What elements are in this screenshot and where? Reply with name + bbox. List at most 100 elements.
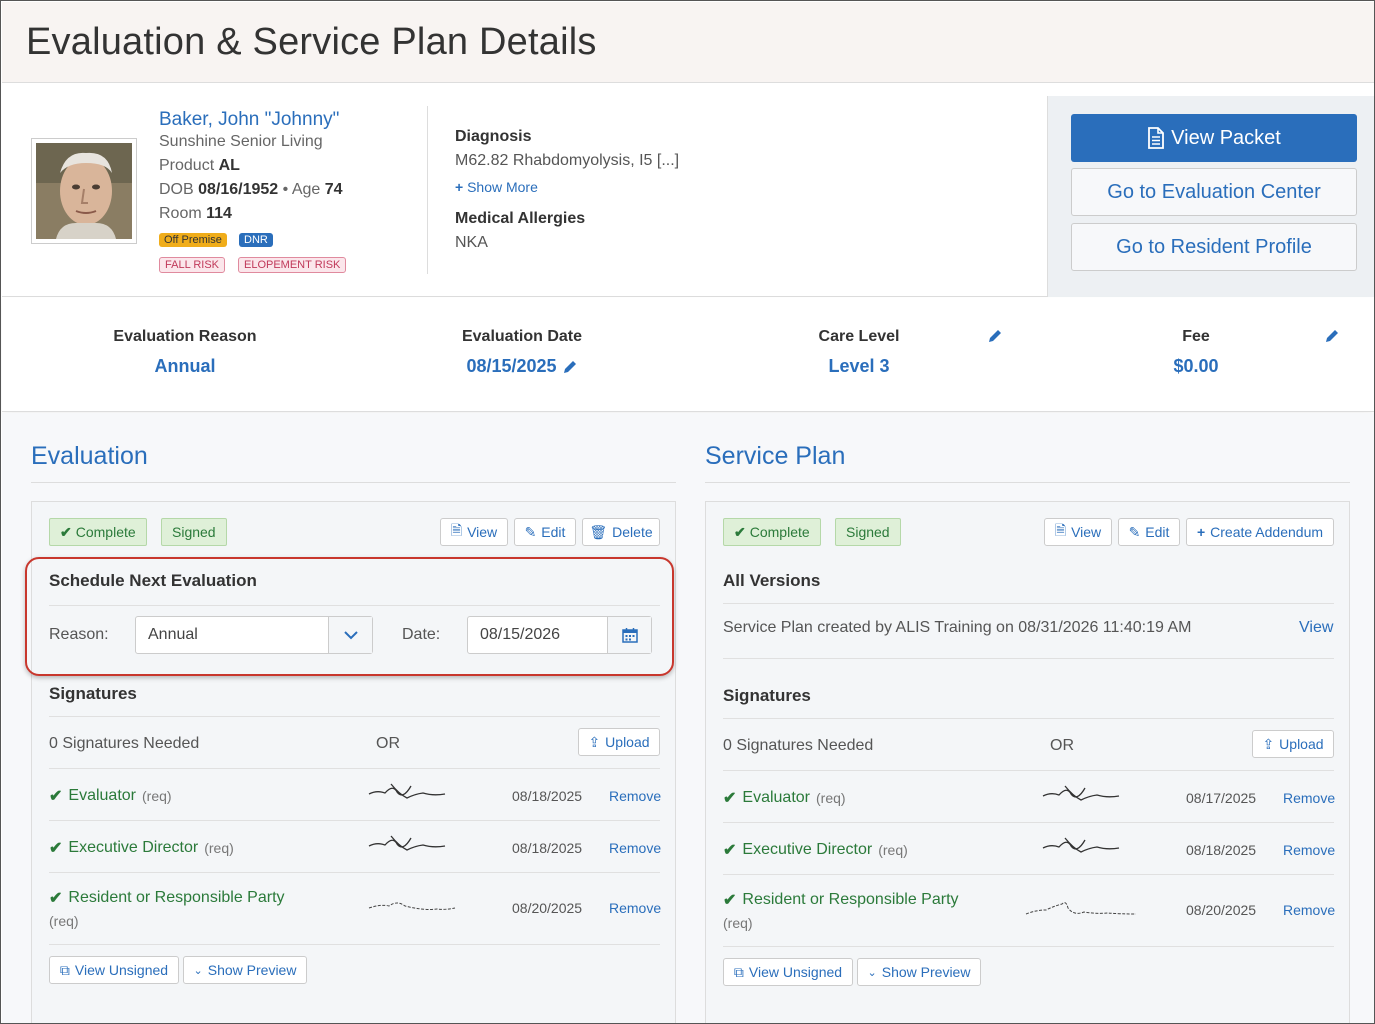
- remove-link[interactable]: Remove: [1283, 790, 1335, 806]
- signer-role: Resident or Responsible Party: [742, 891, 959, 908]
- reason-select[interactable]: Annual: [135, 616, 373, 654]
- signed-tag: Signed: [835, 518, 901, 546]
- resident-profile-button[interactable]: Go to Resident Profile: [1071, 223, 1357, 271]
- evaluation-upload-button[interactable]: ⇪ Upload: [578, 728, 660, 756]
- eval-date-value: 08/15/2025: [466, 356, 557, 376]
- service-plan-panel: ✔ Complete Signed 🗎 View ✎ Edit + Create…: [705, 501, 1350, 1023]
- next-evaluation-date-input[interactable]: 08/15/2026: [467, 616, 652, 654]
- evaluation-title-rule: [31, 482, 676, 483]
- app-window: Evaluation & Service Plan Details Baker,…: [0, 0, 1375, 1024]
- check-icon: ✔: [723, 892, 737, 909]
- signer-resident: ✔ Resident or Responsible Party: [49, 888, 285, 908]
- calendar-icon: [621, 628, 638, 643]
- eval-date-label: Evaluation Date: [461, 328, 583, 345]
- schedule-rule: [49, 605, 660, 606]
- signer-date: 08/20/2025: [1186, 902, 1257, 918]
- row-rule: [723, 770, 1334, 771]
- signer-evaluator: ✔ Evaluator (req): [49, 786, 172, 806]
- dob-line: DOB 08/16/1952 • Age 74: [159, 181, 343, 199]
- allergies-label: Medical Allergies: [455, 210, 586, 227]
- signatures-rule: [49, 716, 660, 717]
- trash-icon: 🗑: [589, 523, 608, 540]
- remove-link[interactable]: Remove: [609, 788, 661, 804]
- evaluation-delete-button[interactable]: 🗑 Delete: [582, 518, 660, 546]
- plus-icon: +: [1196, 524, 1206, 540]
- signatures-needed: 0 Signatures Needed: [723, 737, 874, 754]
- signer-resident: ✔ Resident or Responsible Party: [723, 890, 959, 910]
- signature-image: [368, 902, 456, 910]
- summary-care: Care Level Level 3: [759, 328, 959, 377]
- remove-link[interactable]: Remove: [609, 840, 661, 856]
- service-plan-edit-button[interactable]: ✎ Edit: [1118, 518, 1180, 546]
- show-more-link[interactable]: + Show More: [455, 179, 538, 195]
- pencil-icon: ✎: [524, 523, 537, 540]
- signature-image: [1042, 837, 1120, 853]
- all-versions-title: All Versions: [723, 571, 821, 590]
- check-icon: ✔: [723, 790, 737, 807]
- signer-evaluator: ✔ Evaluator (req): [723, 788, 846, 808]
- remove-link[interactable]: Remove: [1283, 842, 1335, 858]
- service-plan-title-rule: [705, 482, 1350, 483]
- show-preview-label: Show Preview: [881, 964, 971, 980]
- signer-executive-director: ✔ Executive Director (req): [723, 840, 908, 860]
- row-rule: [723, 946, 1334, 947]
- evaluation-panel: ✔ Complete Signed 🗎 View ✎ Edit 🗑 Delete…: [31, 501, 676, 1023]
- reason-value: Annual: [154, 356, 216, 376]
- product-label: Product: [159, 157, 215, 174]
- signer-req: (req): [142, 788, 172, 804]
- fee-pencil-icon[interactable]: [1324, 328, 1340, 344]
- care-level-pencil-icon[interactable]: [987, 328, 1003, 344]
- pencil-icon[interactable]: [562, 359, 578, 375]
- show-preview-button[interactable]: ⌄ Show Preview: [857, 958, 981, 986]
- evaluation-center-button[interactable]: Go to Evaluation Center: [1071, 168, 1357, 216]
- signer-req: (req): [49, 913, 79, 929]
- view-unsigned-label: View Unsigned: [74, 962, 169, 978]
- version-view-link[interactable]: View: [1299, 619, 1333, 637]
- page-title: Evaluation & Service Plan Details: [26, 21, 597, 63]
- resident-avatar[interactable]: [31, 138, 137, 244]
- reason-field-label: Reason:: [49, 626, 109, 643]
- remove-link[interactable]: Remove: [609, 900, 661, 916]
- evaluation-view-button[interactable]: 🗎 View: [440, 518, 508, 546]
- title-bar: Evaluation & Service Plan Details: [2, 2, 1374, 83]
- header-divider: [427, 106, 428, 274]
- signer-date: 08/18/2025: [512, 840, 583, 856]
- signatures-needed: 0 Signatures Needed: [49, 735, 200, 752]
- service-plan-upload-button[interactable]: ⇪ Upload: [1252, 730, 1334, 758]
- next-evaluation-date-value: 08/15/2026: [480, 626, 561, 643]
- signer-req: (req): [816, 790, 846, 806]
- product-line: Product AL: [159, 157, 240, 175]
- service-plan-view-button[interactable]: 🗎 View: [1044, 518, 1112, 546]
- view-packet-button[interactable]: View Packet: [1071, 114, 1357, 162]
- or-label: OR: [1050, 737, 1074, 754]
- evaluation-edit-button[interactable]: ✎ Edit: [514, 518, 576, 546]
- delete-label: Delete: [612, 524, 653, 540]
- show-more-label: Show More: [467, 179, 538, 195]
- age-label: Age: [291, 181, 321, 198]
- view-unsigned-button[interactable]: ⧉ View Unsigned: [49, 956, 179, 984]
- fee-label: Fee: [1182, 328, 1210, 345]
- show-preview-button[interactable]: ⌄ Show Preview: [183, 956, 307, 984]
- reason-dropdown-toggle[interactable]: [328, 617, 372, 653]
- check-icon: ✔: [723, 842, 737, 859]
- resident-name[interactable]: Baker, John "Johnny": [159, 109, 339, 131]
- care-level-label: Care Level: [818, 328, 900, 345]
- elopement-risk-badge: ELOPEMENT RISK: [238, 257, 347, 273]
- upload-label: Upload: [1279, 736, 1324, 752]
- calendar-button[interactable]: [607, 617, 651, 653]
- evaluation-signatures-title: Signatures: [49, 684, 137, 703]
- create-addendum-button[interactable]: + Create Addendum: [1186, 518, 1334, 546]
- room-label: Room: [159, 205, 202, 222]
- evaluation-summary: Evaluation Reason Annual Evaluation Date…: [2, 298, 1374, 412]
- row-rule: [49, 944, 660, 945]
- chevron-down-icon: ⌄: [867, 966, 877, 979]
- remove-link[interactable]: Remove: [1283, 902, 1335, 918]
- resident-photo-icon: [36, 143, 132, 239]
- view-unsigned-button[interactable]: ⧉ View Unsigned: [723, 958, 853, 986]
- fall-risk-badge: FALL RISK: [159, 257, 226, 273]
- allergies-value: NKA: [455, 234, 488, 251]
- signer-role: Evaluator: [742, 789, 810, 806]
- signer-executive-director: ✔ Executive Director (req): [49, 838, 234, 858]
- pencil-icon: ✎: [1128, 523, 1141, 540]
- create-addendum-label: Create Addendum: [1210, 524, 1324, 540]
